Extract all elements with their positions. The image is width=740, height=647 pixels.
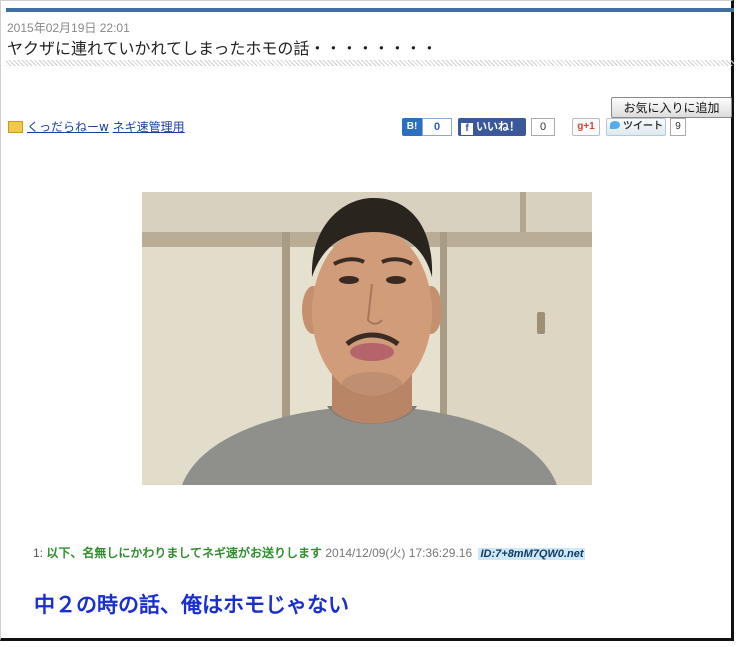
facebook-like-button[interactable]: f いいね！ [458, 118, 526, 136]
folder-icon [8, 120, 23, 133]
facebook-like-count: 0 [531, 118, 555, 136]
hatena-bookmark-button[interactable]: B! [402, 118, 422, 136]
hatena-bookmark-count[interactable]: 0 [422, 118, 452, 136]
post-header: 1: 以下、名無しにかわりましてネギ速がお送りします 2014/12/09(火)… [33, 544, 586, 561]
header-accent-bar [6, 8, 734, 12]
category-link-admin[interactable]: ネギ速管理用 [113, 120, 185, 134]
category-link-kudaranee[interactable]: くっだらねーw [27, 120, 109, 134]
add-to-favorites-button[interactable]: お気に入りに追加 [611, 97, 732, 118]
post-body: 中２の時の話、俺はホモじゃない [34, 593, 349, 617]
tweet-label: ツイート [623, 121, 663, 132]
entry-date: 2015年02月19日 22:01 [7, 21, 130, 35]
title-divider [6, 60, 734, 66]
post-datetime: 2014/12/09(火) 17:36:29.16 [325, 546, 473, 560]
twitter-icon [610, 121, 620, 129]
facebook-like-label: いいね！ [476, 121, 520, 133]
facebook-icon: f [461, 123, 473, 135]
post-number: 1: [33, 546, 44, 560]
tweet-button[interactable]: ツイート [606, 118, 666, 136]
post-author: 以下、名無しにかわりましてネギ速がお送りします [46, 546, 323, 560]
entry-title[interactable]: ヤクザに連れていかれてしまったホモの話・・・・・・・・ [7, 35, 437, 59]
category-list: くっだらねーw ネギ速管理用 [8, 118, 185, 135]
post-id: ID:7+8mM7QW0.net [478, 548, 586, 560]
tweet-count[interactable]: 9 [670, 118, 686, 136]
portrait-photo [142, 192, 592, 485]
google-plus-button[interactable]: g+1 [572, 118, 600, 136]
